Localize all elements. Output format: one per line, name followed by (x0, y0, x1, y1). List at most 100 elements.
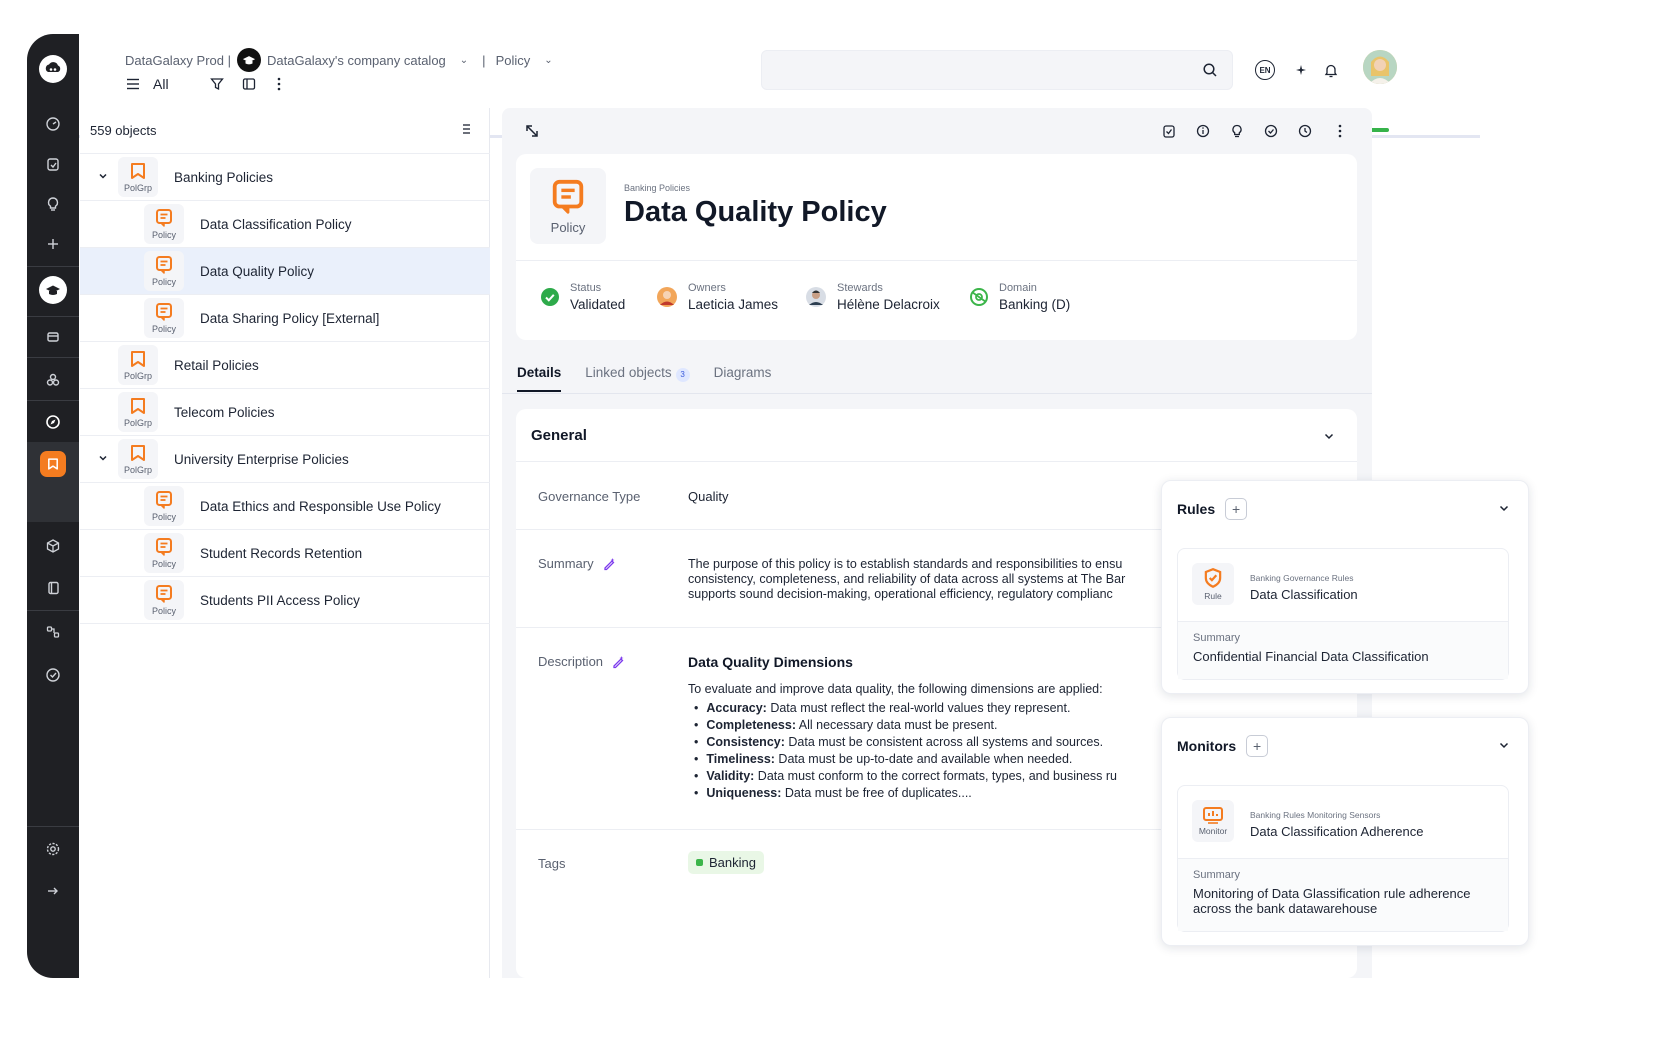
rule-item[interactable]: Rule Banking Governance Rules Data Class… (1177, 548, 1509, 680)
owner-avatar (657, 287, 677, 307)
tree-row-label: Banking Policies (174, 169, 274, 185)
tree-row[interactable]: Policy Students PII Access Policy (80, 577, 490, 624)
tree-row[interactable]: PolGrp Retail Policies (80, 342, 490, 389)
chevron-down-icon[interactable] (98, 453, 108, 466)
tree-row[interactable]: Policy Data Quality Policy (80, 248, 490, 295)
dimension-term: Uniqueness: (706, 786, 782, 800)
compass-icon[interactable] (27, 402, 79, 442)
dashboard-icon[interactable] (27, 104, 79, 144)
tree-row[interactable]: PolGrp Banking Policies (80, 154, 490, 201)
ai-edit-icon[interactable] (602, 557, 616, 571)
monitor-parent: Banking Rules Monitoring Sensors (1250, 810, 1381, 820)
cube-icon[interactable] (27, 526, 79, 566)
glossary-icon[interactable] (27, 360, 79, 400)
tree-row[interactable]: Policy Data Classification Policy (80, 201, 490, 248)
owners-value: Laeticia James (688, 297, 779, 312)
status-value: Validated (570, 297, 626, 312)
info-icon[interactable] (1196, 124, 1210, 143)
object-parent[interactable]: Banking Policies (624, 183, 690, 193)
summary-value[interactable]: The purpose of this policy is to establi… (688, 557, 1168, 602)
check-circle-icon[interactable] (1264, 124, 1278, 143)
user-avatar[interactable] (1363, 50, 1397, 84)
stewards-field[interactable]: Stewards Hélène Delacroix (805, 282, 940, 312)
dimension-text: Data must conform to the correct formats… (754, 769, 1117, 783)
policy-icon (154, 490, 174, 510)
status-key: Status (570, 282, 602, 294)
breadcrumb-module[interactable]: Policy (496, 53, 531, 68)
rule-summary-value: Confidential Financial Data Classificati… (1193, 649, 1429, 664)
owners-field[interactable]: Owners Laeticia James (656, 282, 778, 312)
more-vertical-icon[interactable] (271, 76, 287, 92)
arrow-right-icon[interactable] (27, 871, 79, 911)
tree-row[interactable]: Policy Data Ethics and Responsible Use Po… (80, 483, 490, 530)
description-heading: Data Quality Dimensions (688, 654, 853, 670)
lineage-icon[interactable] (27, 612, 79, 652)
tree-row-label: Data Classification Policy (200, 216, 352, 232)
chevron-down-icon[interactable]: ⌄ (460, 55, 468, 66)
owners-key: Owners (688, 282, 726, 294)
policy-badge: Policy (144, 486, 184, 526)
breadcrumb-catalog[interactable]: DataGalaxy's company catalog (267, 53, 446, 68)
domain-field[interactable]: Domain Banking (D) (969, 282, 1070, 312)
filter-all-button[interactable]: All (125, 76, 169, 92)
tree-row[interactable]: Policy Student Records Retention (80, 530, 490, 577)
description-value[interactable]: Data Quality Dimensions To evaluate and … (688, 654, 1168, 802)
bulb-icon[interactable] (1230, 124, 1244, 143)
tab-diagrams[interactable]: Diagrams (714, 365, 772, 392)
chevron-down-icon[interactable] (1498, 738, 1510, 756)
settings-icon[interactable] (27, 829, 79, 869)
status-field[interactable]: Status Validated (540, 282, 625, 312)
sparkle-icon[interactable] (1290, 56, 1312, 84)
breadcrumb-workspace[interactable]: DataGalaxy Prod | (125, 53, 231, 68)
tasks-icon[interactable] (1162, 124, 1176, 143)
policy-icon[interactable] (40, 451, 66, 477)
language-button[interactable]: EN (1254, 56, 1276, 84)
governance-type-value[interactable]: Quality (688, 489, 728, 504)
chevron-down-icon[interactable] (98, 171, 108, 184)
filter-icon[interactable] (209, 76, 225, 92)
bookmark-icon (128, 349, 148, 369)
clock-icon[interactable] (1298, 124, 1312, 143)
chevron-down-icon[interactable] (1323, 429, 1335, 447)
chevron-down-icon[interactable]: ⌄ (544, 55, 552, 66)
tree-row-label: Student Records Retention (200, 545, 363, 561)
object-type-label: Policy (151, 512, 176, 522)
dimension-term: Timeliness: (706, 752, 775, 766)
dimension-text: Data must be up-to-date and available wh… (774, 752, 1073, 766)
add-monitor-button[interactable]: + (1246, 735, 1269, 757)
tree-row[interactable]: Policy Data Sharing Policy [External] (80, 295, 490, 342)
search-icon[interactable] (1202, 62, 1218, 83)
list-options-icon[interactable] (460, 122, 472, 140)
tab-linked-objects[interactable]: Linked objects 3 (585, 365, 690, 392)
add-rule-button[interactable]: + (1225, 498, 1248, 520)
panel-toggle-icon[interactable] (241, 76, 257, 92)
description-field-label: Description (538, 654, 625, 669)
ai-edit-icon[interactable] (611, 655, 625, 669)
object-header-card: Policy Banking Policies Data Quality Pol… (516, 154, 1357, 340)
academy-icon[interactable] (39, 276, 67, 304)
check-circle-icon[interactable] (27, 655, 79, 695)
bell-icon[interactable] (1320, 56, 1342, 84)
plus-icon[interactable] (27, 224, 79, 264)
tree-row-label: Students PII Access Policy (200, 592, 360, 608)
catalog-logo-icon (236, 48, 261, 72)
tasks-icon[interactable] (27, 144, 79, 184)
collapse-expand-icon[interactable] (525, 124, 539, 143)
book-icon[interactable] (27, 568, 79, 608)
chevron-down-icon[interactable] (1498, 501, 1510, 519)
tree-row-label: Data Ethics and Responsible Use Policy (200, 498, 441, 514)
search-input[interactable] (761, 50, 1233, 90)
monitor-item[interactable]: Monitor Banking Rules Monitoring Sensors… (1177, 785, 1509, 932)
tree-row[interactable]: PolGrp Telecom Policies (80, 389, 490, 436)
summary-key: Summary (538, 556, 594, 571)
bulb-icon[interactable] (27, 184, 79, 224)
store-icon[interactable] (27, 316, 79, 356)
tree-row[interactable]: PolGrp University Enterprise Policies (80, 436, 490, 483)
breadcrumb-separator: | (482, 52, 486, 68)
tag-chip[interactable]: Banking (688, 851, 764, 874)
more-vertical-icon[interactable] (1338, 124, 1342, 143)
home-logo-icon[interactable] (39, 55, 67, 83)
object-type-label: PolGrp (123, 183, 152, 193)
bookmark-icon (128, 161, 148, 181)
tab-details[interactable]: Details (517, 365, 562, 392)
